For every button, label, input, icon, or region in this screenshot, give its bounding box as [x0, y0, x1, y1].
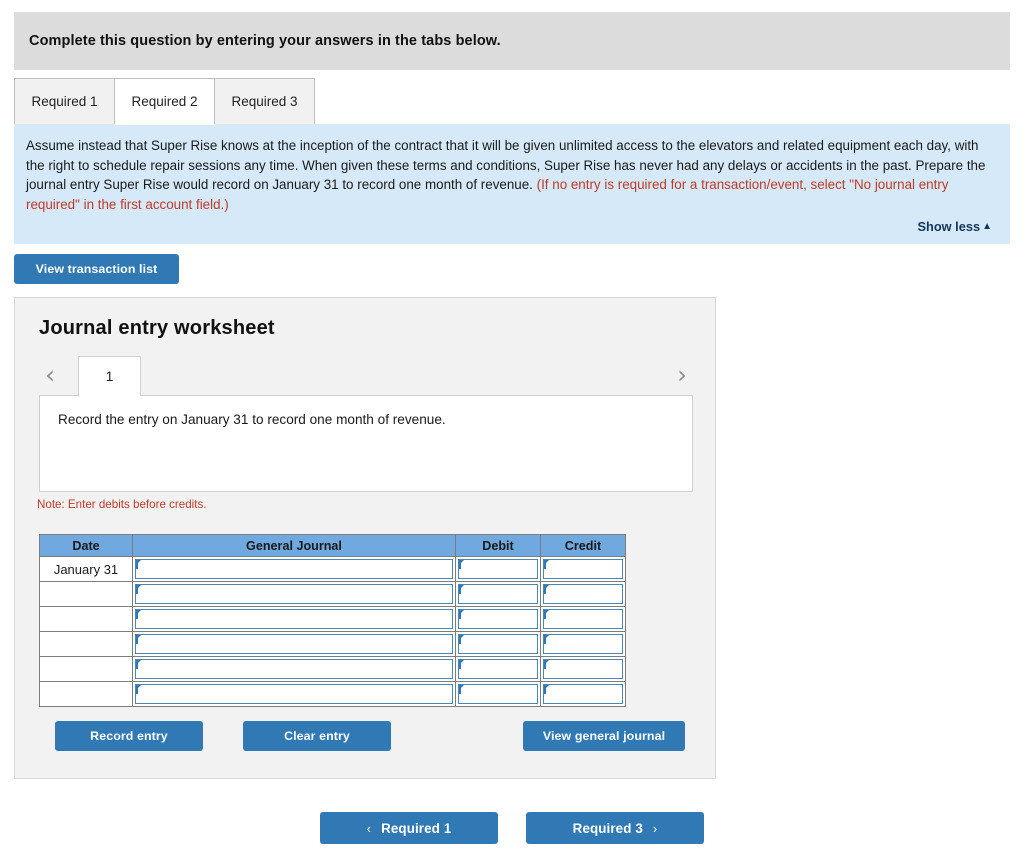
cell-date — [39, 681, 133, 707]
entry-description-text: Record the entry on January 31 to record… — [58, 412, 446, 427]
cell-debit — [455, 606, 541, 632]
debit-input[interactable] — [458, 559, 538, 579]
journal-entry-table: Date General Journal Debit Credit Januar… — [39, 534, 626, 707]
cell-credit — [540, 606, 626, 632]
debit-input[interactable] — [458, 634, 538, 654]
view-general-journal-button[interactable]: View general journal — [523, 721, 685, 751]
table-row — [39, 606, 626, 632]
tab-required-2[interactable]: Required 2 — [114, 78, 215, 125]
debits-before-credits-note: Note: Enter debits before credits. — [37, 498, 207, 511]
cell-general-journal — [132, 681, 456, 707]
cell-debit — [455, 656, 541, 682]
table-row — [39, 631, 626, 657]
cell-date — [39, 581, 133, 607]
prev-required-1-button[interactable]: ‹ Required 1 — [320, 812, 498, 844]
caret-up-icon: ▲ — [982, 220, 992, 232]
tab-required-1-label: Required 1 — [31, 94, 98, 109]
table-row — [39, 581, 626, 607]
chevron-right-icon[interactable]: › — [671, 360, 693, 390]
debit-input[interactable] — [458, 584, 538, 604]
show-less-toggle[interactable]: Show less ▲ — [918, 219, 993, 234]
cell-general-journal — [132, 606, 456, 632]
tab-required-3-label: Required 3 — [231, 94, 298, 109]
chevron-right-icon: › — [652, 820, 658, 836]
account-input[interactable] — [135, 559, 453, 579]
cell-debit — [455, 681, 541, 707]
credit-input[interactable] — [543, 559, 623, 579]
column-header-date: Date — [39, 534, 133, 557]
journal-table-header-row: Date General Journal Debit Credit — [39, 534, 626, 557]
cell-date: January 31 — [39, 556, 133, 582]
chevron-left-icon: ‹ — [366, 820, 372, 836]
account-input[interactable] — [135, 659, 453, 679]
cell-date — [39, 656, 133, 682]
table-row — [39, 681, 626, 707]
cell-credit — [540, 556, 626, 582]
tab-required-1[interactable]: Required 1 — [14, 78, 115, 125]
account-input[interactable] — [135, 584, 453, 604]
cell-date — [39, 631, 133, 657]
cell-general-journal — [132, 581, 456, 607]
question-panel: Assume instead that Super Rise knows at … — [14, 124, 1010, 244]
show-less-label: Show less — [917, 219, 981, 234]
table-row — [39, 656, 626, 682]
credit-input[interactable] — [543, 684, 623, 704]
debit-input[interactable] — [458, 684, 538, 704]
instruction-banner-text: Complete this question by entering your … — [29, 33, 501, 49]
cell-credit — [540, 581, 626, 607]
worksheet-page-tab-1[interactable]: 1 — [78, 356, 141, 396]
bottom-navigation: ‹ Required 1 Required 3 › — [0, 812, 1024, 844]
cell-debit — [455, 581, 541, 607]
required-tabs: Required 1 Required 2 Required 3 — [14, 78, 1010, 125]
credit-input[interactable] — [543, 609, 623, 629]
column-header-credit: Credit — [540, 534, 626, 557]
cell-credit — [540, 681, 626, 707]
cell-credit — [540, 631, 626, 657]
debit-input[interactable] — [458, 609, 538, 629]
clear-entry-button[interactable]: Clear entry — [243, 721, 391, 751]
account-input[interactable] — [135, 609, 453, 629]
worksheet-title: Journal entry worksheet — [39, 317, 275, 339]
entry-description-box: Record the entry on January 31 to record… — [39, 395, 693, 492]
journal-entry-worksheet-panel: Journal entry worksheet ‹ 1 › Record the… — [14, 297, 716, 779]
cell-debit — [455, 631, 541, 657]
cell-general-journal — [132, 631, 456, 657]
chevron-left-icon[interactable]: ‹ — [39, 360, 61, 390]
question-text: Assume instead that Super Rise knows at … — [26, 136, 992, 214]
cell-general-journal — [132, 656, 456, 682]
debit-input[interactable] — [458, 659, 538, 679]
worksheet-pager: ‹ 1 › — [39, 356, 693, 396]
cell-credit — [540, 656, 626, 682]
next-required-3-button[interactable]: Required 3 › — [526, 812, 704, 844]
table-row: January 31 — [39, 556, 626, 582]
view-transaction-list-button[interactable]: View transaction list — [14, 254, 179, 284]
tab-required-3[interactable]: Required 3 — [214, 78, 315, 125]
credit-input[interactable] — [543, 634, 623, 654]
instruction-banner: Complete this question by entering your … — [14, 12, 1010, 70]
account-input[interactable] — [135, 684, 453, 704]
column-header-debit: Debit — [455, 534, 541, 557]
credit-input[interactable] — [543, 659, 623, 679]
cell-general-journal — [132, 556, 456, 582]
column-header-general-journal: General Journal — [132, 534, 456, 557]
next-required-3-label: Required 3 — [572, 820, 643, 836]
cell-date — [39, 606, 133, 632]
tab-required-2-label: Required 2 — [131, 94, 198, 109]
account-input[interactable] — [135, 634, 453, 654]
record-entry-button[interactable]: Record entry — [55, 721, 203, 751]
prev-required-1-label: Required 1 — [381, 820, 452, 836]
worksheet-page-number: 1 — [105, 369, 114, 384]
credit-input[interactable] — [543, 584, 623, 604]
cell-debit — [455, 556, 541, 582]
